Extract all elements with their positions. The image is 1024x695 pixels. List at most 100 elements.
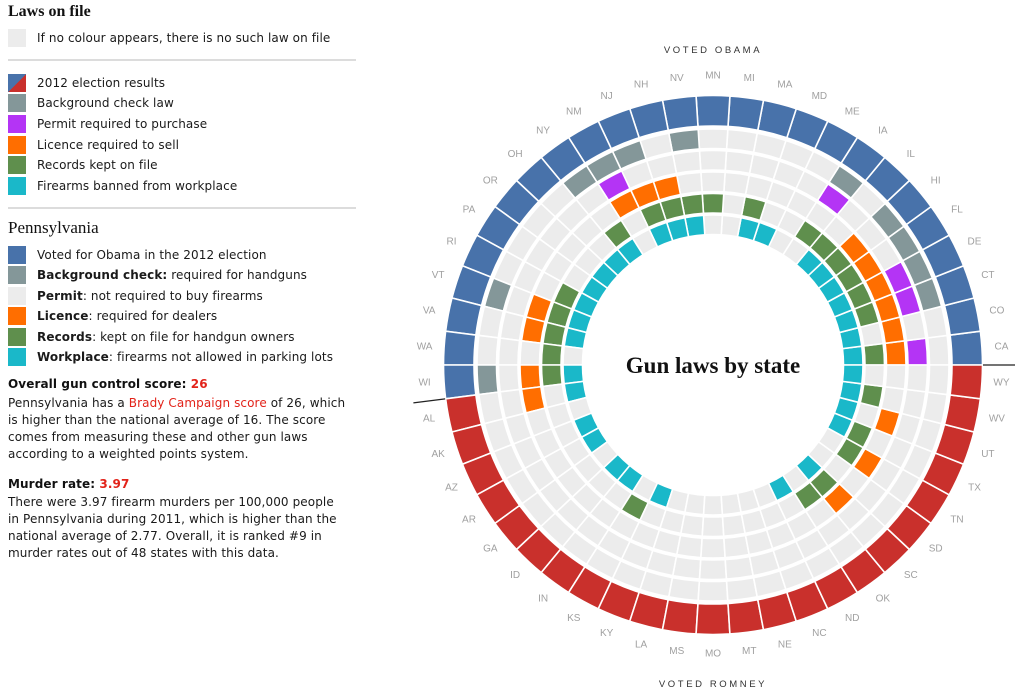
licence-cell-mi[interactable] — [723, 171, 751, 196]
score-label: Overall gun control score: — [8, 377, 191, 391]
licence-cell-wa[interactable] — [519, 339, 542, 366]
permit-cell-wi[interactable] — [497, 364, 521, 393]
workplace-cell-wy[interactable] — [841, 364, 864, 385]
workplace-cell-mi[interactable] — [720, 214, 743, 238]
background-cell-nv[interactable] — [667, 128, 701, 154]
murder-label: Murder rate: — [8, 477, 100, 491]
election-cell-va[interactable] — [444, 297, 483, 336]
licence-cell-wv[interactable] — [880, 385, 906, 414]
licence-cell-ma[interactable] — [744, 174, 774, 201]
records-swatch — [8, 156, 26, 175]
licence-cell-wy[interactable] — [884, 364, 907, 391]
election-cell-wv[interactable] — [943, 394, 982, 433]
workplace-cell-ms[interactable] — [683, 492, 706, 516]
election-cell-mn[interactable] — [695, 94, 731, 128]
legend-label: 2012 election results — [37, 75, 166, 90]
election-cell-wy[interactable] — [949, 364, 984, 400]
background-cell-mo[interactable] — [697, 580, 729, 602]
legend-item-workplace: Firearms banned from workplace — [8, 177, 237, 196]
detail-permit: Permit: not required to buy firearms — [8, 286, 263, 305]
permit-cell-wy[interactable] — [905, 364, 929, 393]
election-cell-ms[interactable] — [661, 598, 699, 635]
permit-cell-wa[interactable] — [497, 337, 521, 366]
licence-cell-va[interactable] — [520, 316, 546, 345]
records-cell-wa[interactable] — [540, 342, 564, 366]
legend-item-records: Records kept on file — [8, 156, 158, 175]
state-label-or: OR — [483, 175, 498, 186]
records-cell-mo[interactable] — [701, 515, 725, 538]
background-swatch — [8, 266, 26, 284]
background-cell-wv[interactable] — [921, 391, 949, 425]
chart-title: Gun laws by state — [626, 353, 800, 378]
legend-label: Licence required to sell — [37, 137, 180, 152]
licence-swatch — [8, 307, 26, 325]
licence-swatch — [8, 135, 26, 154]
murder-value: 3.97 — [99, 477, 130, 491]
licence-cell-ms[interactable] — [675, 534, 703, 559]
permit-cell-wv[interactable] — [900, 388, 927, 420]
licence-cell-mn[interactable] — [700, 171, 726, 193]
state-label-nm: NM — [566, 106, 582, 117]
workplace-swatch — [8, 348, 26, 366]
workplace-cell-wa[interactable] — [562, 345, 585, 366]
state-label-ri: RI — [447, 236, 457, 247]
election-cell-mo[interactable] — [695, 602, 731, 636]
state-label-oh: OH — [508, 149, 523, 160]
state-label-ak: AK — [431, 449, 445, 460]
brady-campaign-link[interactable]: Brady Campaign score — [129, 396, 267, 410]
licence-cell-ca[interactable] — [884, 339, 907, 366]
permit-cell-ca[interactable] — [905, 337, 929, 366]
legend-item-licence: Licence required to sell — [8, 135, 179, 154]
gun-laws-radial-chart: VOTED OBAMA VOTED ROMNEY CA CO CT DE FL HI IL I… — [413, 45, 1015, 690]
background-cell-ca[interactable] — [926, 334, 950, 366]
detail-vote: Voted for Obama in the 2012 election — [8, 245, 267, 264]
election-cell-wi[interactable] — [442, 364, 477, 400]
legend-item-election: 2012 election results — [8, 73, 165, 92]
permit-cell-mo[interactable] — [698, 558, 728, 581]
permit-cell-mt[interactable] — [724, 555, 755, 580]
licence-cell-la[interactable] — [652, 529, 682, 556]
background-cell-mn[interactable] — [697, 128, 729, 150]
state-label-nv: NV — [670, 73, 684, 84]
records-cell-mn[interactable] — [701, 192, 725, 215]
detail-label: Records — [37, 329, 93, 344]
records-cell-ca[interactable] — [862, 342, 886, 366]
state-label-al: AL — [423, 414, 436, 425]
voted-obama-header: VOTED OBAMA — [664, 45, 762, 56]
records-cell-mi[interactable] — [721, 192, 747, 217]
background-cell-mi[interactable] — [725, 128, 759, 154]
permit-cell-ms[interactable] — [671, 555, 702, 580]
divider — [8, 59, 356, 61]
permit-cell-va[interactable] — [499, 310, 526, 342]
state-label-in: IN — [538, 593, 548, 604]
divider — [8, 207, 356, 209]
background-cell-mt[interactable] — [725, 576, 759, 602]
records-cell-wy[interactable] — [862, 364, 886, 388]
background-cell-wa[interactable] — [476, 334, 500, 366]
legend-label: Permit required to purchase — [37, 116, 208, 131]
licence-cell-wi[interactable] — [519, 364, 542, 391]
records-cell-va[interactable] — [541, 321, 567, 347]
permit-cell-mn[interactable] — [698, 149, 728, 172]
background-cell-va[interactable] — [477, 305, 505, 339]
licence-cell-mo[interactable] — [700, 537, 726, 559]
background-cell-ms[interactable] — [667, 576, 701, 602]
background-cell-wy[interactable] — [926, 364, 950, 396]
election-cell-wa[interactable] — [442, 330, 477, 366]
permit-cell-mi[interactable] — [724, 150, 755, 175]
detail-label: Permit — [37, 288, 83, 303]
workplace-cell-mo[interactable] — [702, 494, 724, 516]
election-cell-ca[interactable] — [949, 330, 984, 366]
legend-item-background: Background check law — [8, 94, 174, 113]
records-cell-ms[interactable] — [679, 513, 705, 538]
state-label-mi: MI — [744, 73, 755, 84]
election-swatch — [8, 73, 26, 92]
election-cell-mi[interactable] — [727, 95, 765, 132]
background-cell-wi[interactable] — [476, 364, 500, 396]
vote-swatch — [8, 245, 26, 264]
workplace-cell-mn[interactable] — [702, 214, 724, 236]
state-label-me: ME — [845, 106, 860, 117]
permit-cell-nv[interactable] — [671, 150, 702, 175]
records-cell-wv[interactable] — [859, 383, 885, 409]
records-cell-wi[interactable] — [540, 364, 564, 388]
